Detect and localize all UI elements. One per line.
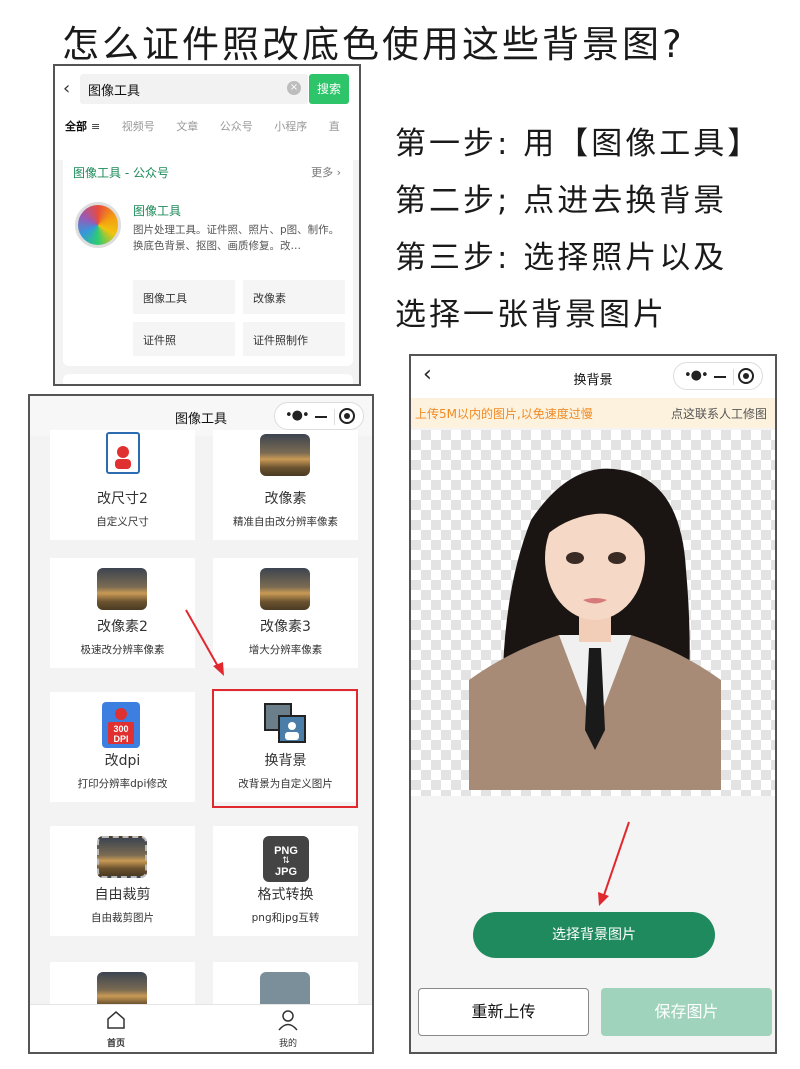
step-2: 第二步; 点进去换背景: [395, 183, 728, 219]
highlight-box: [212, 689, 358, 808]
minimize-icon[interactable]: [714, 376, 726, 378]
tab-channels[interactable]: 视频号: [122, 118, 155, 134]
tool-name: 改像素3: [260, 619, 311, 635]
tool-tile-pixel2[interactable]: 改像素2 极速改分辨率像素: [50, 558, 195, 668]
quick-link-pixel[interactable]: 改像素: [243, 280, 345, 314]
tool-tile-pixel[interactable]: 改像素 精准自由改分辨率像素: [213, 430, 358, 540]
card-title: 图像工具 - 公众号: [73, 166, 169, 180]
more-dots-icon[interactable]: •●•: [684, 368, 709, 383]
bottom-tabbar: 首页 我的: [30, 1004, 372, 1052]
crop-icon: [97, 836, 147, 878]
tool-desc: 增大分辨率像素: [248, 644, 323, 656]
tab-all[interactable]: 全部: [65, 118, 87, 134]
tool-desc: 自定义尺寸: [96, 516, 149, 528]
next-result-card: [63, 374, 353, 384]
notice-bar: 上传5M以内的图片,以免速度过慢 点这联系人工修图: [411, 398, 775, 428]
step-3: 第三步: 选择照片以及: [395, 240, 728, 276]
app-logo[interactable]: [75, 202, 121, 248]
home-icon: [107, 1011, 125, 1029]
reupload-button[interactable]: 重新上传: [418, 988, 589, 1036]
svg-text:⇅: ⇅: [282, 856, 290, 866]
tool-desc: 打印分辨率dpi修改: [77, 778, 168, 790]
tool-name: 改尺寸2: [97, 491, 148, 507]
upload-size-notice: 上传5M以内的图片,以免速度过慢: [415, 407, 593, 421]
tool-name: 格式转换: [257, 887, 314, 903]
app-name[interactable]: 图像工具: [133, 202, 181, 219]
clear-icon[interactable]: ×: [287, 81, 301, 95]
tab-mine[interactable]: 我的: [258, 1009, 318, 1049]
capsule-menu: •●•: [673, 362, 763, 390]
tool-tile-pixel3[interactable]: 改像素3 增大分辨率像素: [213, 558, 358, 668]
user-icon: [278, 1010, 298, 1031]
pixel-landscape-icon: [97, 568, 147, 610]
pixel-landscape-icon: [260, 568, 310, 610]
close-miniprogram-icon[interactable]: [738, 368, 754, 384]
tab-official-accounts[interactable]: 公众号: [220, 118, 253, 134]
tool-tile-resize2[interactable]: 改尺寸2 自定义尺寸: [50, 430, 195, 540]
page-header: ‹ 换背景 •●•: [411, 356, 775, 398]
tool-desc: png和jpg互转: [251, 912, 320, 924]
dpi-300-icon: 300 DPI: [102, 702, 140, 748]
tool-name: 改像素2: [97, 619, 148, 635]
close-miniprogram-icon[interactable]: [339, 408, 355, 424]
search-input[interactable]: 图像工具: [80, 74, 308, 104]
contact-retouch-link[interactable]: 点这联系人工修图: [671, 405, 767, 422]
app-description: 图片处理工具。证件照、照片、p图、制作。换底色背景、抠图、画质修复。改…: [133, 224, 340, 252]
more-dots-icon[interactable]: •●•: [285, 408, 310, 423]
tool-name: 自由裁剪: [94, 887, 151, 903]
tab-home[interactable]: 首页: [86, 1009, 146, 1049]
quick-link-image-tool[interactable]: 图像工具: [133, 280, 235, 314]
search-button[interactable]: 搜索: [309, 74, 349, 104]
page-headline: 怎么证件照改底色使用这些背景图?: [62, 23, 685, 66]
tool-tile-dpi[interactable]: 300 DPI 改dpi 打印分辨率dpi修改: [50, 692, 195, 802]
search-bar: ‹ 图像工具 × 搜索: [55, 72, 359, 106]
step-4: 选择一张背景图片: [395, 297, 667, 333]
photo-preview: [411, 430, 775, 796]
save-image-button[interactable]: 保存图片: [601, 988, 772, 1036]
resize-person-icon: [106, 432, 140, 474]
tool-name: 改像素: [264, 491, 307, 507]
result-card: 图像工具 - 公众号 更多 › 图像工具 图片处理工具。证件照、照片、p图、制作…: [63, 152, 353, 366]
capsule-menu: •●•: [274, 402, 364, 430]
svg-text:JPG: JPG: [275, 866, 297, 878]
tool-desc: 精准自由改分辨率像素: [233, 516, 338, 528]
change-bg-panel-screenshot: ‹ 换背景 •●• 上传5M以内的图片,以免速度过慢 点这联系人工修图 选择背景…: [409, 354, 777, 1054]
filter-icon[interactable]: ≡: [91, 120, 100, 133]
quick-link-id-photo[interactable]: 证件照: [133, 322, 235, 356]
png-jpg-icon: PNG ⇅ JPG: [263, 836, 309, 882]
choose-background-button[interactable]: 选择背景图片: [473, 912, 715, 958]
pointer-arrow-icon: [598, 821, 630, 906]
back-icon[interactable]: ‹: [63, 78, 70, 99]
pixel-landscape-icon: [260, 434, 310, 476]
steps-text: 第一步: 用【图像工具】 第二步; 点进去换背景 第三步: 选择照片以及 选择一…: [395, 118, 761, 346]
tool-desc: 极速改分辨率像素: [80, 644, 165, 656]
tool-panel-screenshot: 图像工具 •●• 改尺寸2 自定义尺寸 改像素 精准自由改分辨率像素 改像素2 …: [28, 394, 374, 1054]
portrait-photo: [469, 468, 721, 790]
svg-text:300: 300: [113, 724, 128, 734]
tab-articles[interactable]: 文章: [176, 118, 198, 134]
tab-live[interactable]: 直: [329, 118, 340, 134]
tool-name: 改dpi: [104, 753, 141, 769]
tool-desc: 自由裁剪图片: [91, 912, 154, 924]
more-link[interactable]: 更多 ›: [311, 164, 341, 180]
tab-mini-programs[interactable]: 小程序: [274, 118, 307, 134]
search-panel-screenshot: ‹ 图像工具 × 搜索 全部 ≡ 视频号 文章 公众号 小程序 直 图像工具 - …: [53, 64, 361, 386]
step-1: 第一步: 用【图像工具】: [395, 126, 762, 162]
tool-tile-format-convert[interactable]: PNG ⇅ JPG 格式转换 png和jpg互转: [213, 826, 358, 936]
svg-text:DPI: DPI: [113, 734, 128, 744]
search-tabs: 全部 ≡ 视频号 文章 公众号 小程序 直: [65, 118, 355, 142]
quick-link-id-photo-make[interactable]: 证件照制作: [243, 322, 345, 356]
pointer-arrow-icon: [185, 609, 224, 676]
minimize-icon[interactable]: [315, 416, 327, 418]
tool-tile-crop[interactable]: 自由裁剪 自由裁剪图片: [50, 826, 195, 936]
